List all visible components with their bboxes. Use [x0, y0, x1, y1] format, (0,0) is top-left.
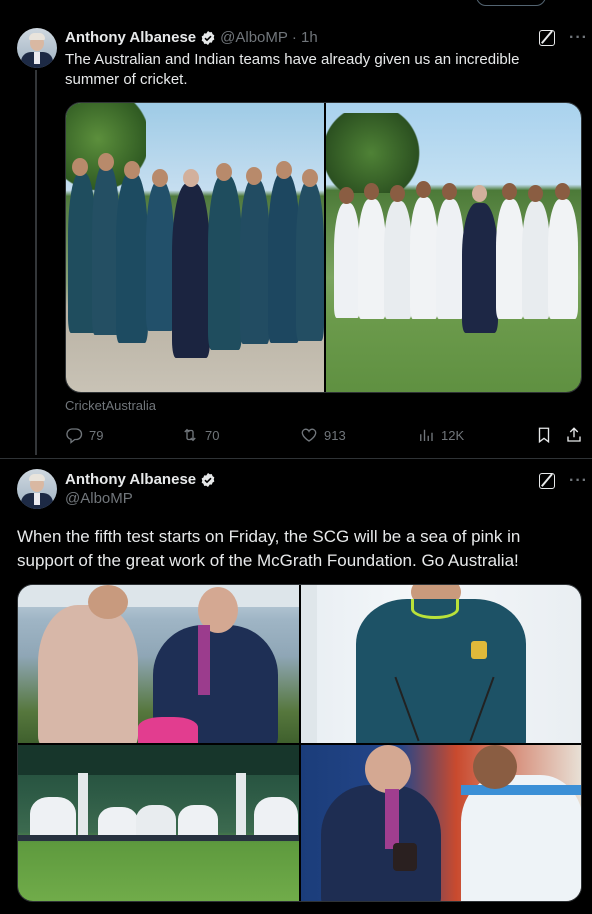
like-button[interactable]: 913 [300, 426, 346, 444]
author-handle[interactable]: @AlboMP [220, 29, 288, 46]
photo-player-speaking[interactable] [301, 585, 581, 743]
avatar[interactable] [17, 28, 57, 68]
tweet-actions: 79 70 913 12K [65, 426, 585, 446]
avatar[interactable] [17, 469, 57, 509]
repost-icon [184, 428, 196, 442]
tweet-media[interactable] [65, 102, 582, 393]
bookmark-icon [538, 427, 550, 444]
like-count: 913 [324, 427, 346, 443]
tweet-header: Anthony Albanese [65, 471, 220, 488]
views-count: 12K [441, 427, 465, 443]
tweet-text: The Australian and Indian teams have alr… [65, 51, 520, 88]
bookmark-button[interactable] [535, 426, 553, 444]
tweet-top-actions: ··· [539, 29, 588, 47]
reply-icon [66, 428, 83, 444]
tweet-text: When the fifth test starts on Friday, th… [17, 527, 521, 570]
tweet-media-grid[interactable] [17, 584, 582, 902]
author-name[interactable]: Anthony Albanese [65, 29, 196, 46]
views-button[interactable]: 12K [417, 426, 464, 444]
grok-icon[interactable] [539, 473, 555, 489]
media-source-label[interactable]: CricketAustralia [65, 398, 156, 413]
photo-handshake[interactable] [18, 585, 299, 743]
reply-count: 79 [89, 427, 104, 443]
photo-team-pavilion[interactable] [18, 745, 299, 901]
thread-connector-line [35, 70, 37, 455]
top-partial-button[interactable] [476, 0, 546, 6]
verified-badge-icon [201, 472, 215, 487]
more-dots-icon[interactable]: ··· [569, 29, 588, 47]
timestamp[interactable]: · 1h [292, 29, 318, 46]
photo-australian-team[interactable] [66, 103, 324, 392]
author-handle[interactable]: @AlboMP [65, 490, 133, 507]
reply-button[interactable]: 79 [65, 426, 103, 444]
share-button[interactable] [565, 426, 583, 444]
grok-icon[interactable] [539, 30, 555, 46]
tweet-top-actions: ··· [539, 472, 588, 490]
repost-button[interactable]: 70 [181, 426, 219, 444]
share-icon [567, 427, 581, 442]
tweet-header: Anthony Albanese @AlboMP · 1h [65, 29, 318, 46]
tweet-divider [0, 458, 592, 459]
repost-count: 70 [205, 427, 220, 443]
tweet-handle-row: @AlboMP [65, 490, 133, 507]
photo-indian-team[interactable] [326, 103, 581, 392]
photo-pm-and-player[interactable] [301, 745, 581, 901]
verified-badge-icon [201, 30, 215, 45]
like-icon [301, 428, 317, 442]
views-icon [420, 429, 433, 441]
author-name[interactable]: Anthony Albanese [65, 471, 196, 488]
more-dots-icon[interactable]: ··· [569, 472, 588, 490]
